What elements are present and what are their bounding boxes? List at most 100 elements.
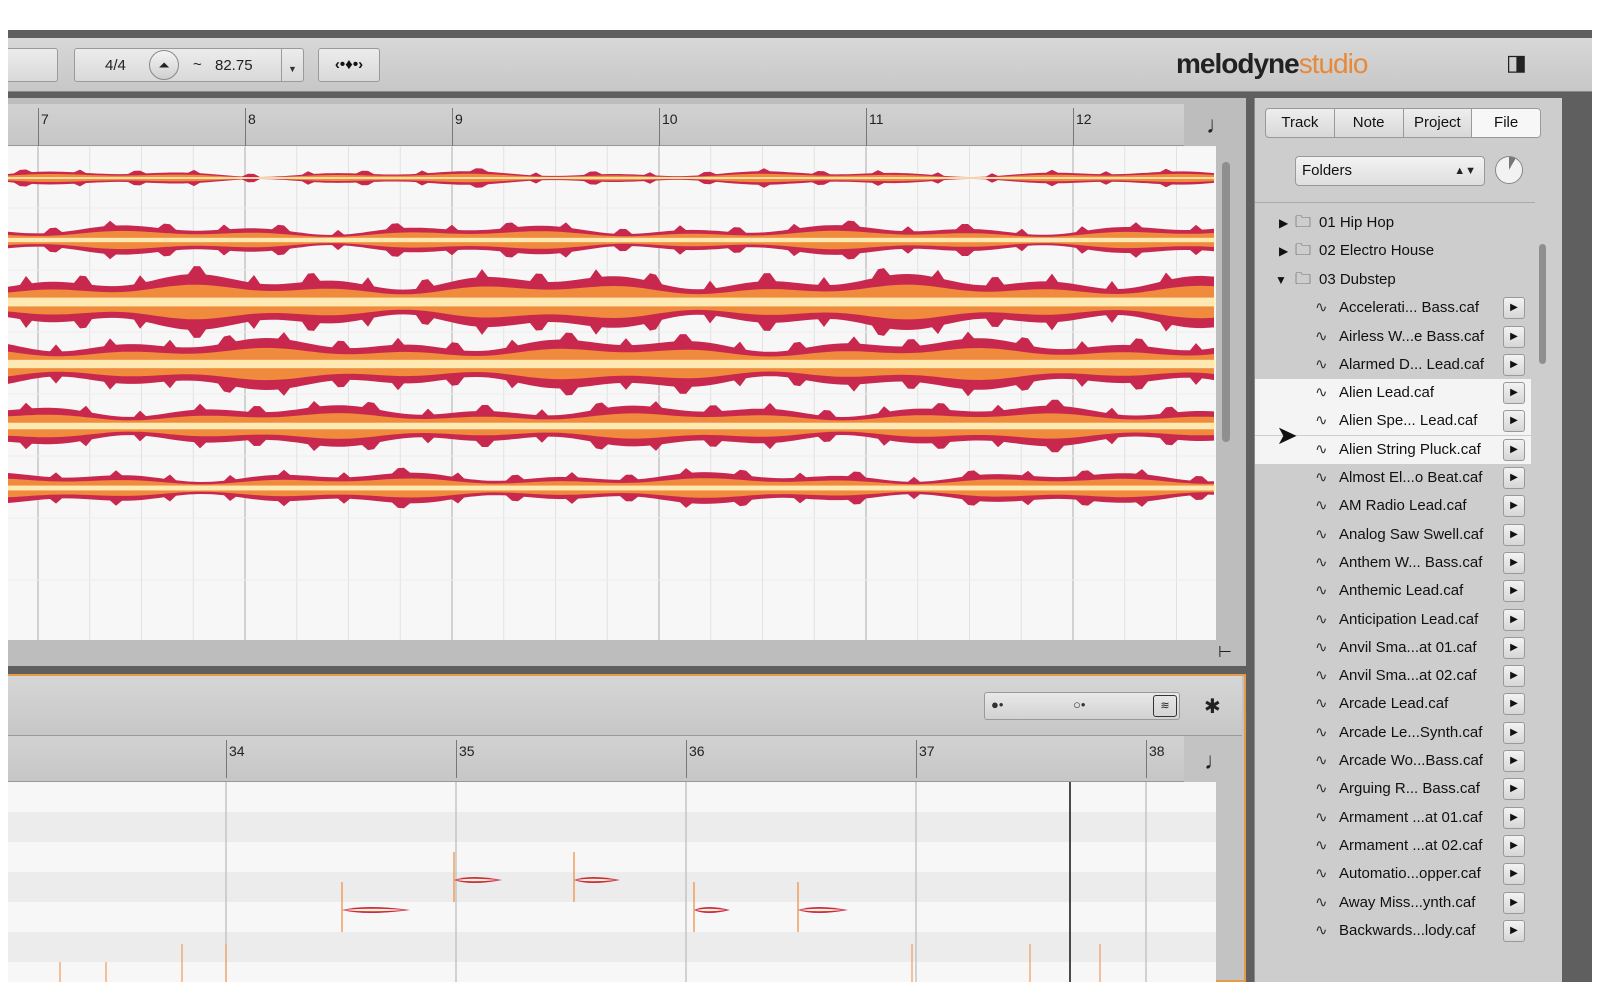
- play-preview-icon[interactable]: ▶: [1503, 438, 1525, 461]
- play-preview-icon[interactable]: ▶: [1503, 806, 1525, 829]
- disclosure-open-icon[interactable]: ▼: [1275, 266, 1287, 294]
- tab-track[interactable]: Track: [1266, 109, 1335, 137]
- bar-tick: [866, 108, 867, 146]
- play-preview-icon[interactable]: ▶: [1503, 636, 1525, 659]
- file-row[interactable]: ∿ Arcade Le...Synth.caf ▶: [1255, 719, 1531, 747]
- file-label: Anvil Sma...at 01.caf: [1339, 638, 1477, 656]
- file-row[interactable]: ∿ Anticipation Lead.caf ▶: [1255, 606, 1531, 634]
- file-row[interactable]: ∿ Armament ...at 02.caf ▶: [1255, 832, 1531, 860]
- folder-icon: 🗀: [1295, 242, 1312, 260]
- play-preview-icon[interactable]: ▶: [1503, 665, 1525, 688]
- play-preview-icon[interactable]: ▶: [1503, 353, 1525, 376]
- audio-file-icon: ∿: [1315, 440, 1328, 458]
- tab-file[interactable]: File: [1472, 109, 1540, 137]
- time-signature[interactable]: 4/4: [105, 57, 126, 74]
- play-preview-icon[interactable]: ▶: [1503, 750, 1525, 772]
- tree-scrollbar[interactable]: [1539, 244, 1546, 364]
- audio-file-icon: ∿: [1315, 525, 1328, 543]
- play-preview-icon[interactable]: ▶: [1503, 863, 1525, 886]
- tab-project[interactable]: Project: [1404, 109, 1473, 137]
- metronome-icon[interactable]: ⏶: [149, 50, 179, 80]
- play-preview-icon[interactable]: ▶: [1503, 410, 1525, 433]
- file-label: Away Miss...ynth.caf: [1339, 893, 1476, 911]
- folder-label: 03 Dubstep: [1319, 270, 1396, 288]
- lower-bar-ruler[interactable]: 34 35 36 37 38: [8, 736, 1184, 782]
- play-preview-icon[interactable]: ▶: [1503, 721, 1525, 744]
- zoom-fit-icon[interactable]: ≋: [1153, 695, 1177, 717]
- note-tool-icon[interactable]: ‹•♦•›: [318, 48, 380, 82]
- folder-row[interactable]: ▶ 🗀 02 Electro House: [1255, 237, 1531, 265]
- play-preview-icon[interactable]: ▶: [1503, 551, 1525, 574]
- bar-tick: [1146, 740, 1147, 778]
- file-row[interactable]: ∿ Automatio...opper.caf ▶: [1255, 860, 1531, 888]
- chevron-down-icon[interactable]: ▼: [281, 49, 303, 81]
- zoom-thumb-icon[interactable]: ○•: [1073, 697, 1085, 712]
- file-row[interactable]: ∿ Backwards...lody.caf ▶: [1255, 917, 1531, 945]
- play-preview-icon[interactable]: ▶: [1503, 919, 1525, 942]
- blob-waveforms[interactable]: [8, 146, 1216, 640]
- split-handle-icon[interactable]: ⊢: [1218, 642, 1232, 662]
- play-preview-icon[interactable]: ▶: [1503, 495, 1525, 518]
- upper-vertical-scrollbar[interactable]: [1222, 162, 1230, 442]
- file-label: Backwards...lody.caf: [1339, 921, 1476, 939]
- play-preview-icon[interactable]: ▶: [1503, 834, 1525, 857]
- play-preview-icon[interactable]: ▶: [1503, 467, 1525, 489]
- bar-number: 34: [229, 743, 245, 759]
- play-preview-icon[interactable]: ▶: [1503, 778, 1525, 801]
- play-preview-icon[interactable]: ▶: [1503, 382, 1525, 405]
- folder-label: 02 Electro House: [1319, 242, 1435, 260]
- play-preview-icon[interactable]: ▶: [1503, 891, 1525, 914]
- play-preview-icon[interactable]: ▶: [1503, 693, 1525, 716]
- blob-editor-area[interactable]: [8, 146, 1216, 640]
- file-row[interactable]: ∿ AM Radio Lead.caf ▶: [1255, 492, 1531, 520]
- file-row[interactable]: ∿ Analog Saw Swell.caf ▶: [1255, 521, 1531, 549]
- file-row[interactable]: ∿ Arguing R... Bass.caf ▶: [1255, 775, 1531, 803]
- gear-icon[interactable]: ✱: [1204, 694, 1221, 719]
- zoom-out-icon[interactable]: ●•: [991, 697, 1003, 712]
- play-preview-icon[interactable]: ▶: [1503, 297, 1525, 320]
- file-label: Arcade Wo...Bass.caf: [1339, 752, 1483, 769]
- play-preview-icon[interactable]: ▶: [1503, 325, 1525, 348]
- play-preview-icon[interactable]: ▶: [1503, 608, 1525, 631]
- file-row[interactable]: ∿ Almost El...o Beat.caf ▶: [1255, 464, 1531, 492]
- file-row[interactable]: ∿ Arcade Lead.caf ▶: [1255, 690, 1531, 718]
- blob-inner: [8, 485, 1216, 491]
- disclosure-closed-icon[interactable]: ▶: [1279, 237, 1288, 265]
- note-blobs[interactable]: [8, 782, 1216, 982]
- note-editor-area[interactable]: [8, 782, 1216, 982]
- toolbar-blank-field[interactable]: [8, 48, 58, 82]
- note-value-icon[interactable]: ♩: [1206, 112, 1230, 140]
- note-grid: [8, 782, 1216, 982]
- tab-note[interactable]: Note: [1335, 109, 1404, 137]
- audio-file-icon: ∿: [1315, 836, 1328, 854]
- file-row[interactable]: ∿ Airless W...e Bass.caf ▶: [1255, 323, 1531, 351]
- disclosure-closed-icon[interactable]: ▶: [1279, 209, 1288, 237]
- file-row[interactable]: ∿ Armament ...at 01.caf ▶: [1255, 804, 1531, 832]
- panel-layout-icon[interactable]: ◨: [1506, 50, 1536, 78]
- zoom-slider[interactable]: ●• ○• ≋: [984, 692, 1180, 720]
- bar-tick: [916, 740, 917, 778]
- file-row[interactable]: ∿ Alien Lead.caf ▶: [1255, 379, 1531, 408]
- file-label: Alien Spe... Lead.caf: [1339, 412, 1478, 430]
- audio-file-icon: ∿: [1315, 752, 1328, 769]
- file-row[interactable]: ∿ Away Miss...ynth.caf ▶: [1255, 889, 1531, 917]
- play-preview-icon[interactable]: ▶: [1503, 580, 1525, 603]
- file-tree: ▶ 🗀 01 Hip Hop ▶ 🗀 02 Electro House ▼ 🗀 03 Dubst…: [1255, 202, 1535, 982]
- folder-row[interactable]: ▼ 🗀 03 Dubstep: [1255, 266, 1531, 294]
- file-row[interactable]: ∿ Accelerati... Bass.caf ▶: [1255, 294, 1531, 322]
- file-row[interactable]: ∿ Anthemic Lead.caf ▶: [1255, 577, 1531, 605]
- folder-icon: 🗀: [1295, 214, 1312, 231]
- tempo-value[interactable]: 82.75: [215, 57, 253, 74]
- folder-select[interactable]: Folders ▲▼: [1295, 156, 1485, 186]
- pie-icon[interactable]: [1495, 156, 1523, 184]
- file-row[interactable]: ∿ Anvil Sma...at 01.caf ▶: [1255, 634, 1531, 662]
- file-row[interactable]: ∿ Anvil Sma...at 02.caf ▶: [1255, 662, 1531, 690]
- play-preview-icon[interactable]: ▶: [1503, 523, 1525, 546]
- file-row[interactable]: ∿ Alarmed D... Lead.caf ▶: [1255, 351, 1531, 379]
- upper-bar-ruler[interactable]: 7 8 9 10 11 12: [8, 104, 1184, 146]
- tempo-display[interactable]: 4/4 ⏶ ~ 82.75 ▼: [74, 48, 304, 82]
- file-row[interactable]: ∿ Arcade Wo...Bass.caf ▶: [1255, 747, 1531, 775]
- file-row[interactable]: ∿ Anthem W... Bass.caf ▶: [1255, 549, 1531, 577]
- folder-row[interactable]: ▶ 🗀 01 Hip Hop: [1255, 209, 1531, 237]
- note-value-icon[interactable]: ♩: [1204, 748, 1228, 776]
